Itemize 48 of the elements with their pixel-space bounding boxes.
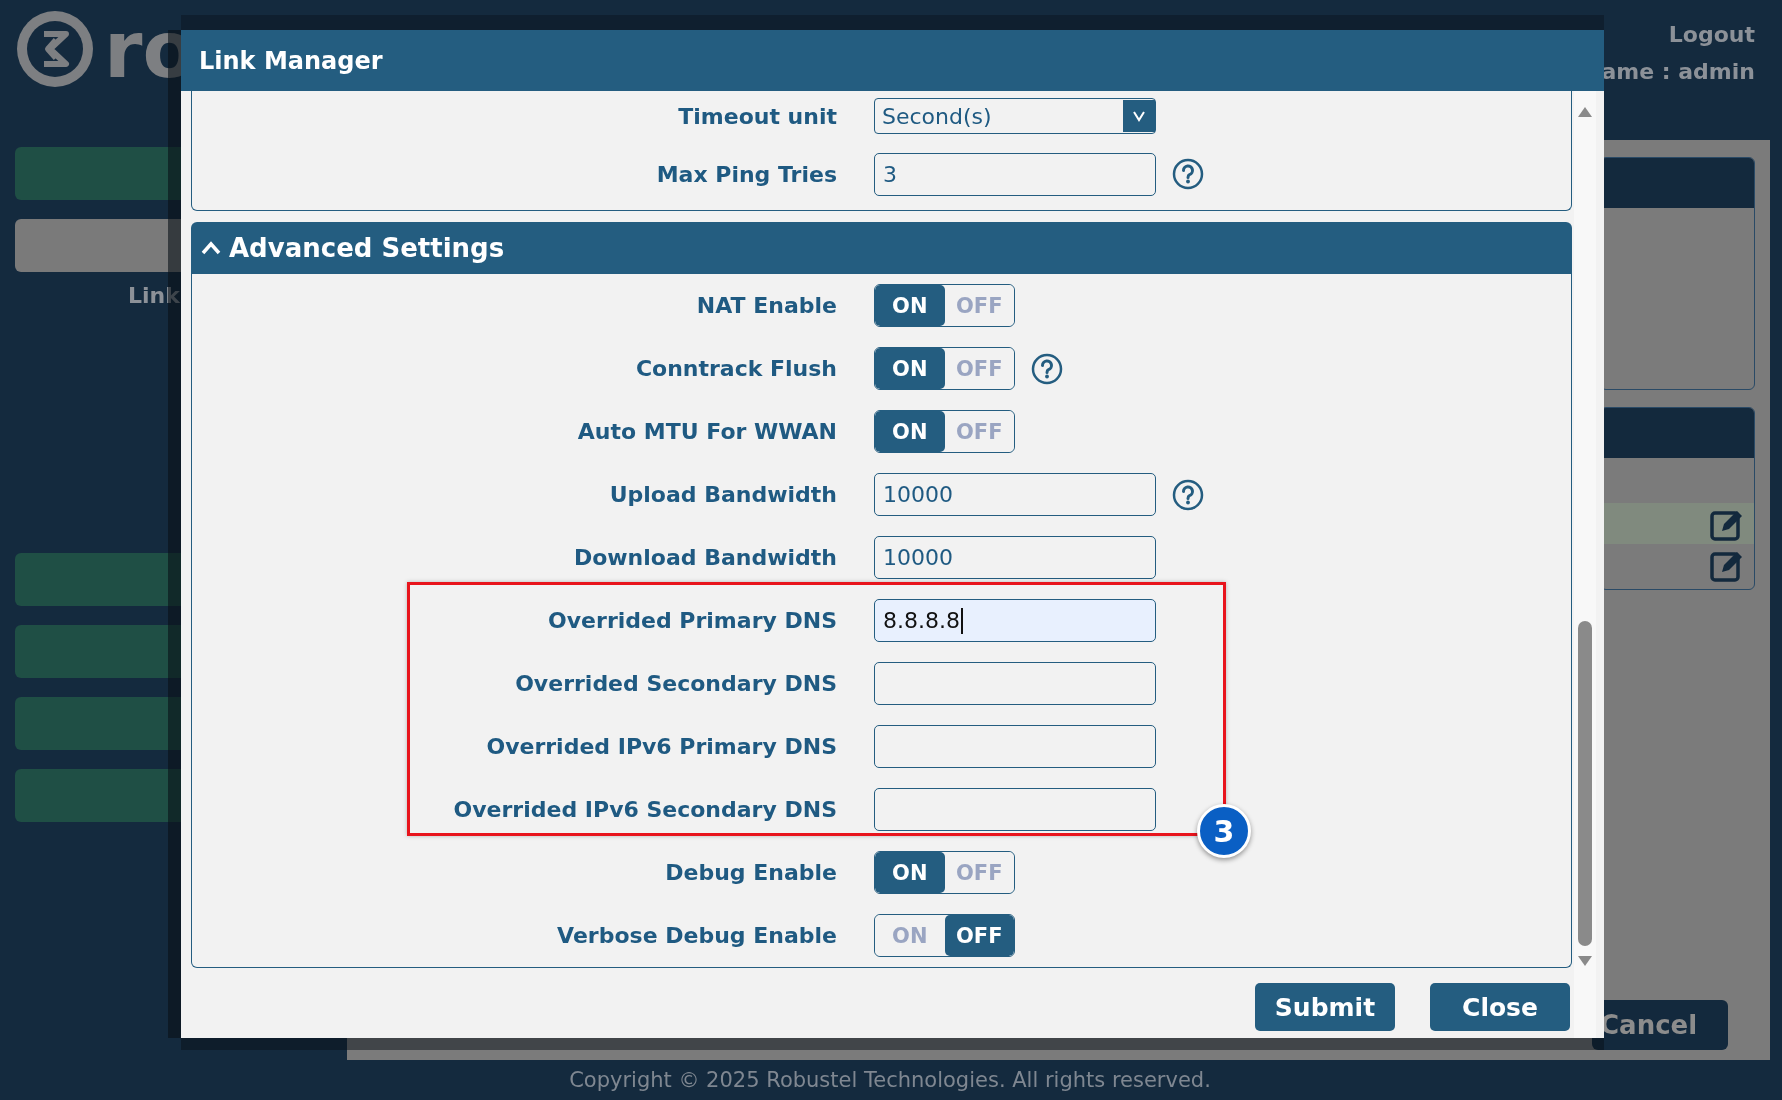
- input-field[interactable]: [874, 788, 1156, 831]
- field-label: Verbose Debug Enable: [556, 923, 838, 948]
- chevron-up-icon: [201, 241, 221, 255]
- dialog-title: Link Manager: [199, 46, 383, 75]
- field-label: Overrided Primary DNS: [547, 608, 838, 633]
- toggle-switch[interactable]: ON OFF: [874, 347, 1015, 390]
- section-title: Advanced Settings: [229, 233, 505, 263]
- close-button[interactable]: Close: [1430, 983, 1570, 1031]
- field-label: Overrided Secondary DNS: [514, 671, 838, 696]
- field-label: Download Bandwidth: [572, 545, 838, 570]
- sidebar-caption: Link: [128, 283, 180, 308]
- scrollbar[interactable]: [1574, 91, 1596, 1038]
- toggle-switch[interactable]: ON OFF: [874, 410, 1015, 453]
- logo-icon: [14, 8, 96, 90]
- field-label: Auto MTU For WWAN: [576, 419, 838, 444]
- submit-button[interactable]: Submit: [1255, 983, 1395, 1031]
- text-cursor: [960, 607, 963, 634]
- toggle-switch[interactable]: ON OFF: [874, 284, 1015, 327]
- input-field[interactable]: [874, 725, 1156, 768]
- field-label: Timeout unit: [677, 103, 838, 129]
- copyright-text: Copyright © 2025 Robustel Technologies. All rights reserved.: [569, 1068, 1211, 1092]
- input-field[interactable]: 10000: [874, 473, 1156, 516]
- input-field[interactable]: 8.8.8.8: [874, 599, 1156, 642]
- input-field[interactable]: 3: [874, 152, 1156, 196]
- caret-down-icon: [1132, 110, 1146, 122]
- logout-link[interactable]: Logout: [1668, 22, 1755, 47]
- field-label: Debug Enable: [664, 860, 838, 885]
- help-icon[interactable]: [1172, 158, 1204, 190]
- input-field[interactable]: [874, 662, 1156, 705]
- input-field[interactable]: 10000: [874, 536, 1156, 579]
- toggle-switch[interactable]: ON OFF: [874, 914, 1015, 957]
- field-label: Overrided IPv6 Secondary DNS: [452, 797, 838, 822]
- field-label: NAT Enable: [695, 293, 838, 318]
- step-badge: 3: [1197, 804, 1251, 858]
- scroll-up-icon[interactable]: [1578, 107, 1592, 117]
- field-label: Upload Bandwidth: [608, 482, 838, 507]
- field-label: Conntrack Flush: [634, 356, 838, 381]
- scroll-thumb[interactable]: [1578, 621, 1592, 946]
- help-icon[interactable]: [1172, 478, 1204, 511]
- user-label: ame : admin: [1601, 59, 1755, 84]
- toggle-switch[interactable]: ON OFF: [874, 851, 1015, 894]
- field-label: Overrided IPv6 Primary DNS: [485, 734, 838, 759]
- field-label: Max Ping Tries: [655, 161, 838, 187]
- select-field[interactable]: Second(s): [874, 98, 1156, 134]
- scroll-down-icon[interactable]: [1578, 956, 1592, 966]
- help-icon[interactable]: [1031, 352, 1063, 385]
- section-header[interactable]: Advanced Settings: [191, 222, 1572, 274]
- cancel-button[interactable]: Cancel: [1592, 1000, 1728, 1050]
